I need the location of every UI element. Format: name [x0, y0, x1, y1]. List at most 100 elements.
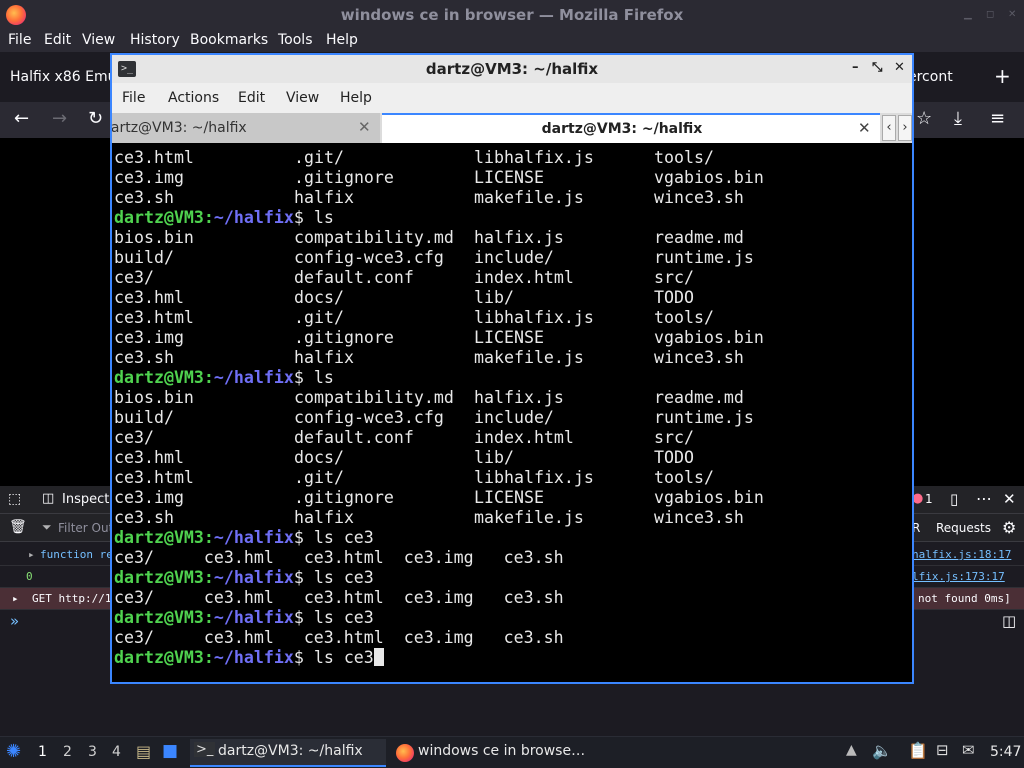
- settings-gear-icon[interactable]: ⚙: [1002, 518, 1016, 537]
- clock[interactable]: 5:47: [990, 744, 1021, 760]
- file-entry: halfix: [294, 508, 354, 527]
- workspace-3[interactable]: 3: [88, 744, 97, 760]
- tab-overflow[interactable]: ercont: [908, 69, 953, 85]
- tab-scroll-left-icon[interactable]: ‹: [882, 115, 896, 141]
- filter-input[interactable]: Filter Out: [58, 521, 113, 535]
- new-tab-button[interactable]: +: [994, 64, 1011, 88]
- prompt-separator: :: [203, 528, 214, 547]
- pick-element-icon[interactable]: ⬚: [8, 491, 21, 507]
- sidebar-toggle-icon[interactable]: ◫: [1002, 612, 1016, 630]
- menu-edit[interactable]: Edit: [44, 32, 71, 48]
- ls-output-row: bios.bin compatibility.md halfix.js readme.…: [114, 388, 910, 408]
- bookmark-star-icon[interactable]: ☆: [916, 108, 932, 129]
- tab-halfix[interactable]: Halfix x86 Emu: [10, 69, 116, 85]
- tab-close-icon[interactable]: ✕: [358, 118, 371, 136]
- terminal-tab-active[interactable]: dartz@VM3: ~/halfix ✕: [382, 113, 880, 143]
- console-source[interactable]: lfix.js:173:17: [912, 570, 1005, 583]
- menu-view[interactable]: View: [82, 32, 115, 48]
- menu-help[interactable]: Help: [326, 32, 358, 48]
- console-source[interactable]: halfix.js:18:17: [912, 548, 1011, 561]
- maximize-icon[interactable]: ◻: [986, 9, 994, 20]
- prompt-symbol: $: [293, 208, 314, 227]
- task-firefox[interactable]: windows ce in browse…: [392, 739, 592, 767]
- menu-history[interactable]: History: [130, 32, 180, 48]
- menu-help[interactable]: Help: [340, 90, 372, 106]
- notes-icon[interactable]: 📋: [908, 741, 928, 760]
- task-terminal[interactable]: >_ dartz@VM3: ~/halfix: [190, 739, 386, 767]
- ls-output-row: ce3/default.conf index.html src/: [114, 268, 910, 288]
- terminal-tabbar: dartz@VM3: ~/halfix ✕ dartz@VM3: ~/halfi…: [112, 113, 912, 143]
- minimize-icon[interactable]: –: [852, 60, 859, 75]
- ls-output-row: ce3.hml docs/lib/TODO: [114, 288, 910, 308]
- forward-icon[interactable]: →: [52, 108, 67, 129]
- command-text: ls ce3: [313, 568, 374, 587]
- reload-icon[interactable]: ↻: [88, 108, 103, 129]
- file-entry: halfix.js: [474, 388, 564, 407]
- prompt-separator: :: [203, 648, 214, 667]
- close-icon[interactable]: ✕: [894, 60, 905, 75]
- command-text: ls: [313, 368, 334, 387]
- file-entry: config-wce3.cfg: [294, 248, 444, 267]
- prompt-symbol: $: [293, 368, 314, 387]
- notification-icon[interactable]: ✉: [962, 741, 975, 759]
- file-entry: default.conf: [294, 428, 414, 447]
- menu-bookmarks[interactable]: Bookmarks: [190, 32, 268, 48]
- devtools-close-icon[interactable]: ✕: [1003, 490, 1016, 508]
- task-label: dartz@VM3: ~/halfix: [218, 743, 363, 759]
- tab-label: dartz@VM3: ~/halfix: [112, 120, 247, 136]
- command-text: ls ce3: [313, 608, 374, 627]
- clipboard-icon[interactable]: ▲: [846, 742, 857, 758]
- ls-output-row: ce3.img .gitignore LICENSE vgabios.bin: [114, 168, 910, 188]
- file-entry: makefile.js: [474, 348, 584, 367]
- command-output: ce3/ ce3.hml ce3.html ce3.img ce3.sh: [114, 628, 564, 647]
- close-icon[interactable]: ✕: [1008, 9, 1016, 20]
- prompt-symbol: $: [293, 528, 314, 547]
- minimize-icon[interactable]: ▁: [964, 9, 972, 20]
- file-entry: include/: [474, 248, 554, 267]
- tab-scroll-right-icon[interactable]: ›: [898, 115, 912, 141]
- volume-icon[interactable]: 🔈: [872, 741, 892, 760]
- workspace-4[interactable]: 4: [112, 744, 121, 760]
- file-entry: lib/: [474, 288, 514, 307]
- menu-file[interactable]: File: [8, 32, 31, 48]
- workspace-2[interactable]: 2: [63, 744, 72, 760]
- file-entry: LICENSE: [474, 328, 544, 347]
- file-manager-icon[interactable]: ▤: [136, 742, 151, 761]
- file-entry: vgabios.bin: [654, 488, 764, 507]
- menu-edit[interactable]: Edit: [238, 90, 265, 106]
- menu-view[interactable]: View: [286, 90, 319, 106]
- expand-icon[interactable]: ▸: [28, 548, 35, 561]
- inspector-icon[interactable]: ◫: [42, 491, 54, 506]
- trash-icon[interactable]: 🗑: [9, 519, 27, 535]
- tab-close-icon[interactable]: ✕: [858, 119, 871, 137]
- file-entry: tools/: [654, 148, 714, 167]
- terminal-icon: >_: [194, 742, 216, 757]
- menu-file[interactable]: File: [122, 90, 145, 106]
- requests-filter[interactable]: Requests: [936, 521, 991, 535]
- file-entry: .git/: [294, 308, 344, 327]
- menu-actions[interactable]: Actions: [168, 90, 219, 106]
- terminal-tab[interactable]: dartz@VM3: ~/halfix ✕: [112, 113, 380, 143]
- restore-icon[interactable]: ⤡: [872, 60, 882, 75]
- responsive-icon[interactable]: ▯: [950, 490, 958, 508]
- console-prompt-icon[interactable]: »: [10, 612, 19, 630]
- menu-tools[interactable]: Tools: [278, 32, 313, 48]
- file-entry: ce3.sh: [114, 508, 174, 527]
- network-icon[interactable]: ⊟: [936, 741, 949, 759]
- workspace-1[interactable]: 1: [38, 744, 47, 760]
- menu-hamburger-icon[interactable]: ≡: [990, 108, 1005, 129]
- expand-icon[interactable]: ▸: [12, 592, 19, 605]
- file-entry: wince3.sh: [654, 348, 744, 367]
- start-menu-icon[interactable]: ✺: [6, 741, 21, 762]
- tab-inspector[interactable]: Inspecto: [62, 492, 117, 507]
- more-icon[interactable]: ⋯: [976, 489, 992, 508]
- download-icon[interactable]: ⤓: [954, 108, 962, 129]
- terminal-output[interactable]: ce3.html .git/libhalfix.js tools/ce3.img .g…: [114, 145, 910, 682]
- desktop-icon[interactable]: ■: [162, 741, 178, 761]
- file-entry: ce3.sh: [114, 188, 174, 207]
- ls-output-row: build/config-wce3.cfg include/runtime.js: [114, 408, 910, 428]
- terminal-titlebar[interactable]: >_ dartz@VM3: ~/halfix – ⤡ ✕: [112, 55, 912, 83]
- file-entry: ce3/: [114, 428, 154, 447]
- back-icon[interactable]: ←: [14, 108, 29, 129]
- file-entry: makefile.js: [474, 188, 584, 207]
